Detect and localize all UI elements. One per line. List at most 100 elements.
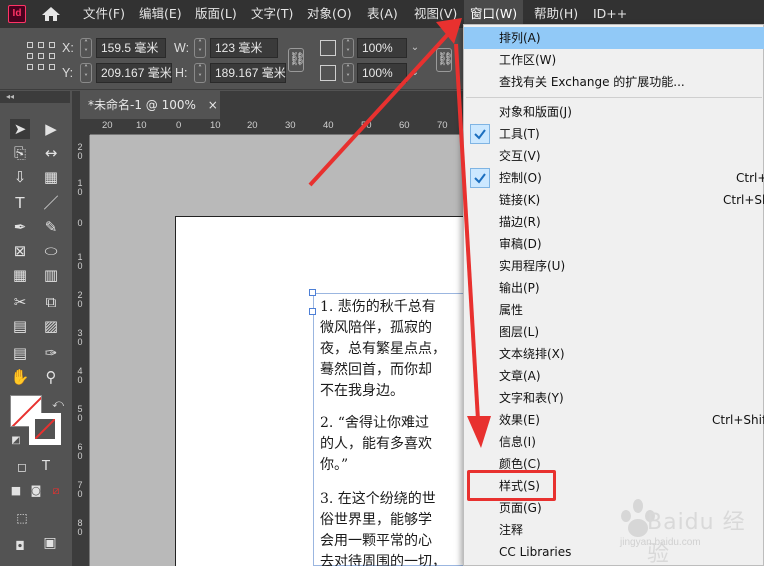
ruler-tick: 6 0 [77, 442, 83, 461]
menu-item-text-wrap[interactable]: 文本绕排(X) [464, 343, 764, 365]
x-stepper[interactable]: ˄ ˅ [80, 38, 92, 58]
grid-tool-icon[interactable]: ▥ [41, 265, 61, 285]
direct-selection-tool-icon[interactable]: ▶ [41, 119, 61, 139]
y-stepper[interactable]: ˄ ˅ [80, 63, 92, 83]
menu-file[interactable]: 文件(F) [83, 0, 125, 28]
constrain-proportions-icon[interactable]: ⛓ [288, 48, 306, 72]
tab-document[interactable]: *未命名-1 @ 100% × [80, 91, 220, 119]
apply-color-icon[interactable]: ■ [6, 481, 26, 501]
ruler-tick: 3 0 [77, 328, 83, 347]
menu-table[interactable]: 表(A) [367, 0, 398, 28]
chevron-down-icon[interactable]: ⌄ [408, 63, 422, 83]
menu-item-workspace[interactable]: 工作区(W) [464, 49, 764, 71]
menu-item-type-tables[interactable]: 文字和表(Y) [464, 387, 764, 409]
content-placer-icon[interactable]: ▦ [41, 167, 61, 187]
text-line: 微风陪伴，孤寂的 [320, 320, 432, 336]
menu-item-object-layout[interactable]: 对象和版面(J) [464, 101, 764, 123]
gradient-feather-tool-icon[interactable]: ▨ [41, 316, 61, 336]
menu-item-output[interactable]: 输出(P) [464, 277, 764, 299]
rectangle-frame-tool-icon[interactable]: ⊠ [10, 241, 30, 261]
menu-item-label: 链接(K) [499, 193, 541, 207]
pen-tool-icon[interactable]: ✒ [10, 217, 30, 237]
gap-tool-icon[interactable]: ↔ [41, 143, 61, 163]
menu-shortcut: Ctrl+Sh [723, 193, 764, 207]
menu-item-arrange[interactable]: 排列(A) [464, 27, 764, 49]
menu-item-properties[interactable]: 属性 [464, 299, 764, 321]
menu-item-review[interactable]: 审稿(D) [464, 233, 764, 255]
scale-x-stepper[interactable]: ˄ ˅ [342, 38, 354, 58]
menu-item-links[interactable]: 链接(K) Ctrl+Sh [464, 189, 764, 211]
gradient-swatch-tool-icon[interactable]: ▤ [10, 316, 30, 336]
hand-tool-icon[interactable]: ✋ [10, 367, 30, 387]
menu-item-utilities[interactable]: 实用程序(U) [464, 255, 764, 277]
menu-type[interactable]: 文字(T) [251, 0, 293, 28]
note-tool-icon[interactable]: ▤ [10, 343, 30, 363]
zoom-tool-icon[interactable]: ⚲ [41, 367, 61, 387]
home-icon[interactable] [41, 6, 61, 22]
eyedropper-tool-icon[interactable]: ✑ [41, 343, 61, 363]
screen-mode-icon[interactable]: ◘ [10, 536, 30, 556]
close-icon[interactable]: × [208, 98, 218, 112]
swap-colors-icon[interactable]: ⤺ [48, 394, 68, 414]
table-tool-icon[interactable]: ▦ [10, 265, 30, 285]
page-tool-icon[interactable]: ⎘ [10, 143, 30, 163]
ruler-tick: 20 [247, 120, 258, 131]
line-tool-icon[interactable]: ／ [41, 193, 61, 213]
frame-handle[interactable] [309, 308, 316, 315]
apply-none-icon[interactable]: ⧄ [46, 481, 66, 501]
menu-item-info[interactable]: 信息(I) [464, 431, 764, 453]
default-colors-icon[interactable]: ◩ [6, 431, 26, 451]
type-tool-icon[interactable]: T [10, 193, 30, 213]
h-stepper[interactable]: ˄ ˅ [194, 63, 206, 83]
scale-x-field[interactable]: 100% [357, 38, 407, 58]
y-field[interactable]: 209.167 毫米 [96, 63, 172, 83]
menu-edit[interactable]: 编辑(E) [139, 0, 182, 28]
menu-item-interactive[interactable]: 交互(V) [464, 145, 764, 167]
preview-mode-icon[interactable]: ▣ [40, 533, 60, 553]
panel-collapse-icon[interactable]: ◂◂ [0, 91, 70, 103]
menu-layout[interactable]: 版面(L) [195, 0, 237, 28]
text-line: 1. 悲伤的秋千总有 [320, 299, 436, 315]
menu-item-stroke[interactable]: 描边(R) [464, 211, 764, 233]
y-label: Y: [62, 66, 74, 80]
menu-item-label: 工具(T) [499, 127, 540, 141]
mode-icon[interactable]: ⬚ [12, 508, 32, 528]
vertical-ruler[interactable]: 2 0 1 0 0 1 0 2 0 3 0 4 0 5 0 6 0 7 0 8 … [72, 135, 90, 566]
menu-item-label: 图层(L) [499, 325, 540, 339]
apply-gradient-icon[interactable]: ◙ [26, 481, 46, 501]
constrain-scale-icon[interactable]: ⛓ [436, 48, 454, 72]
free-transform-tool-icon[interactable]: ⧉ [41, 292, 61, 312]
x-field[interactable]: 159.5 毫米 [96, 38, 166, 58]
menu-item-control[interactable]: 控制(O) Ctrl+ [464, 167, 764, 189]
menu-view[interactable]: 视图(V) [414, 0, 457, 28]
reference-point-icon[interactable] [27, 42, 55, 70]
stroke-swatch[interactable] [29, 413, 61, 445]
h-field[interactable]: 189.167 毫米 [210, 63, 286, 83]
menu-item-layers[interactable]: 图层(L) [464, 321, 764, 343]
w-field[interactable]: 123 毫米 [210, 38, 278, 58]
menu-item-label: 工作区(W) [499, 53, 557, 67]
menu-object[interactable]: 对象(O) [307, 0, 352, 28]
pencil-tool-icon[interactable]: ✎ [41, 217, 61, 237]
ruler-tick: 8 0 [77, 518, 83, 537]
ellipse-tool-icon[interactable]: ⬭ [41, 241, 61, 261]
w-stepper[interactable]: ˄ ˅ [194, 38, 206, 58]
menu-item-effects[interactable]: 效果(E) Ctrl+Shif [464, 409, 764, 431]
menu-item-articles[interactable]: 文章(A) [464, 365, 764, 387]
scale-y-field[interactable]: 100% [357, 63, 407, 83]
scale-y-icon [320, 65, 336, 81]
text-line: 的人，能有多喜欢 [320, 436, 432, 452]
menu-item-exchange[interactable]: 查找有关 Exchange 的扩展功能... [464, 71, 764, 93]
frame-handle[interactable] [309, 289, 316, 296]
ruler-tick: 4 0 [77, 366, 83, 385]
menu-item-tools[interactable]: 工具(T) [464, 123, 764, 145]
scale-y-stepper[interactable]: ˄ ˅ [342, 63, 354, 83]
formatting-text-icon[interactable]: T [36, 457, 56, 477]
content-collector-icon[interactable]: ⇩ [10, 167, 30, 187]
menu-separator [466, 97, 762, 98]
chevron-down-icon[interactable]: ⌄ [408, 38, 422, 58]
text-line: 3. 在这个纷绕的世 [320, 491, 436, 507]
scissors-tool-icon[interactable]: ✂ [10, 292, 30, 312]
formatting-container-icon[interactable]: ◻ [12, 457, 32, 477]
selection-tool-icon[interactable]: ➤ [10, 119, 30, 139]
